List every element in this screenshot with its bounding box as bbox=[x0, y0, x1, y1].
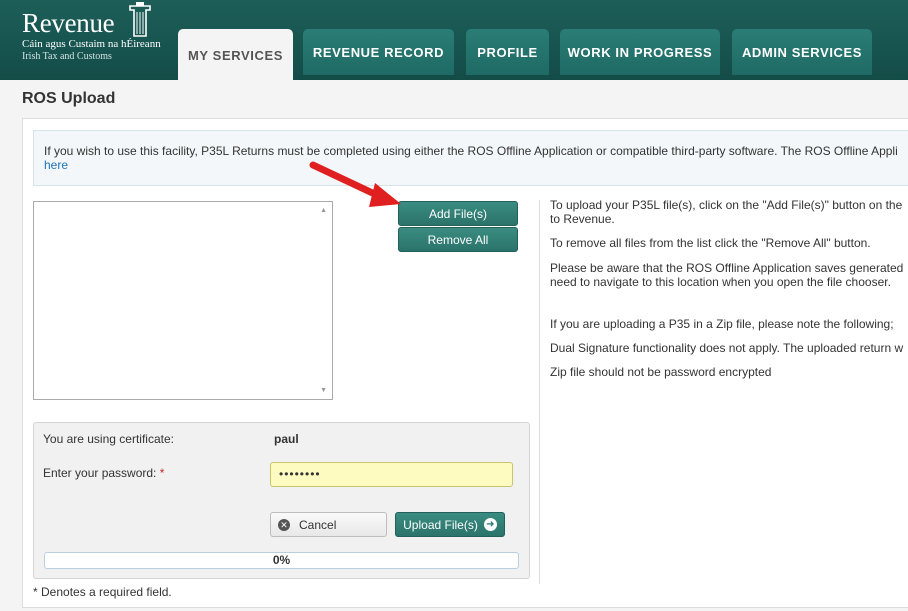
help-line-1: To upload your P35L file(s), click on th… bbox=[550, 198, 903, 212]
file-list[interactable]: ▲ ▼ bbox=[33, 201, 333, 400]
help-line-1b: to Revenue. bbox=[550, 212, 615, 226]
password-label: Enter your password: * bbox=[43, 466, 164, 480]
password-label-text: Enter your password: bbox=[43, 466, 157, 480]
red-arrow-icon bbox=[309, 161, 401, 207]
help-line-5: Dual Signature functionality does not ap… bbox=[550, 341, 904, 355]
info-here-link[interactable]: here bbox=[44, 158, 68, 172]
tab-revenue-record[interactable]: REVENUE RECORD bbox=[303, 29, 454, 75]
brand-english: Irish Tax and Customs bbox=[22, 51, 112, 62]
help-line-3b: need to navigate to this location when y… bbox=[550, 275, 891, 289]
help-line-3: Please be aware that the ROS Offline App… bbox=[550, 261, 904, 275]
upload-files-button[interactable]: Upload File(s) ➜ bbox=[395, 512, 505, 537]
tab-my-services[interactable]: MY SERVICES bbox=[178, 29, 293, 81]
close-icon: ✕ bbox=[278, 518, 290, 531]
cancel-button[interactable]: ✕ Cancel bbox=[270, 512, 387, 537]
upload-label: Upload File(s) bbox=[403, 517, 478, 532]
harp-icon bbox=[129, 2, 151, 37]
arrow-right-icon: ➜ bbox=[483, 518, 497, 531]
info-box: If you wish to use this facility, P35L R… bbox=[33, 130, 908, 186]
help-line-2: To remove all files from the list click … bbox=[550, 236, 871, 250]
page-title: ROS Upload bbox=[22, 90, 116, 107]
password-input[interactable]: •••••••• bbox=[270, 462, 513, 487]
certificate-value: paul bbox=[274, 432, 299, 446]
required-mark: * bbox=[159, 466, 165, 480]
certificate-label: You are using certificate: bbox=[43, 432, 174, 446]
help-line-6: Zip file should not be password encrypte… bbox=[550, 365, 772, 379]
info-text: If you wish to use this facility, P35L R… bbox=[44, 144, 898, 158]
column-divider bbox=[539, 200, 540, 584]
cancel-label: Cancel bbox=[299, 517, 337, 532]
tab-admin-services[interactable]: ADMIN SERVICES bbox=[732, 29, 872, 75]
site-header: Revenue Cáin agus Custaim na hÉireann Ir… bbox=[0, 0, 908, 81]
upload-progress-bar: 0% bbox=[44, 552, 519, 569]
scroll-down-icon[interactable]: ▼ bbox=[320, 387, 327, 394]
help-line-4: If you are uploading a P35 in a Zip file… bbox=[550, 317, 894, 331]
add-files-button[interactable]: Add File(s) bbox=[398, 201, 518, 226]
remove-all-button[interactable]: Remove All bbox=[398, 227, 518, 252]
required-footnote: * Denotes a required field. bbox=[33, 585, 172, 599]
tab-work-in-progress[interactable]: WORK IN PROGRESS bbox=[560, 29, 720, 75]
tab-profile[interactable]: PROFILE bbox=[466, 29, 549, 75]
